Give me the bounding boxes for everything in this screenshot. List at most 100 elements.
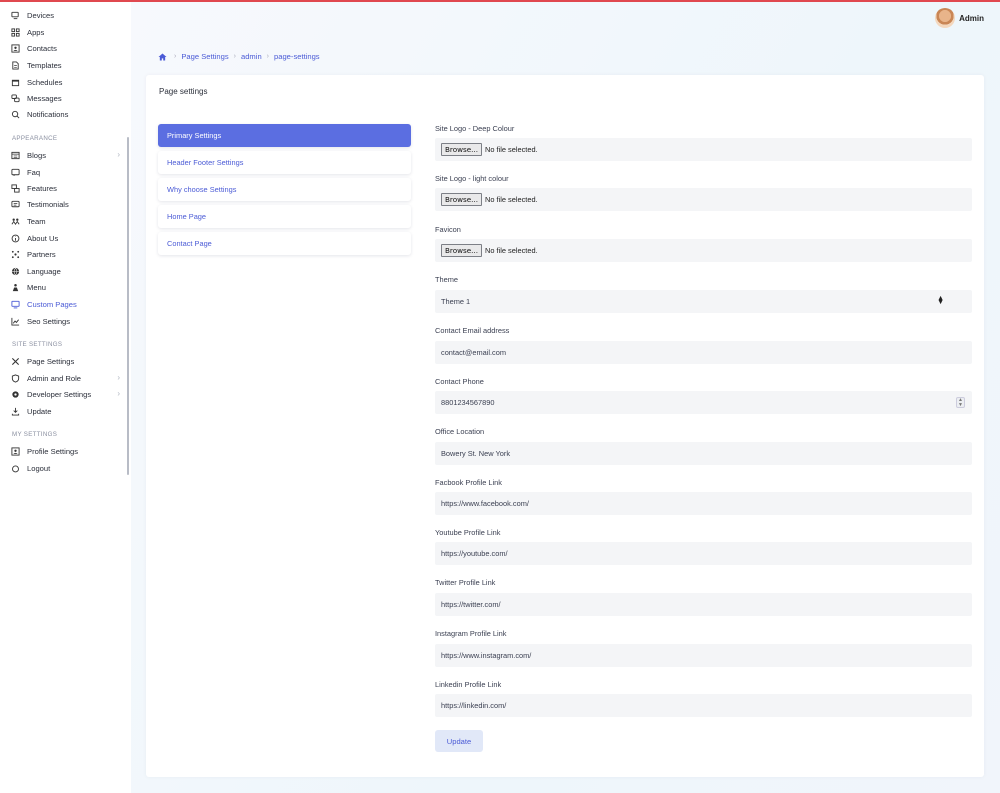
sidebar-item-apps[interactable]: Apps bbox=[10, 25, 122, 39]
instagram-label: Instagram Profile Link bbox=[435, 629, 507, 638]
sidebar-item-label: Profile Settings bbox=[27, 446, 79, 456]
sidebar-item-seo-settings[interactable]: Seo Settings bbox=[10, 314, 122, 328]
sidebar-item-testimonials[interactable]: Testimonials bbox=[10, 197, 122, 211]
tab-header-footer-settings[interactable]: Header Footer Settings bbox=[158, 151, 411, 174]
custom-pages-icon bbox=[10, 299, 20, 309]
sidebar-item-blogs[interactable]: Blogs › bbox=[10, 148, 122, 162]
faq-icon bbox=[10, 167, 20, 177]
sidebar-item-custom-pages[interactable]: Custom Pages bbox=[10, 297, 122, 311]
theme-select[interactable]: Theme 1 ▲ ▼ bbox=[435, 290, 972, 313]
chart-icon bbox=[10, 316, 20, 326]
sidebar-item-contacts[interactable]: Contacts bbox=[10, 41, 122, 55]
sidebar-item-faq[interactable]: Faq bbox=[10, 165, 122, 179]
logo-light-label: Site Logo - light colour bbox=[435, 174, 509, 183]
sidebar-item-profile-settings[interactable]: Profile Settings bbox=[10, 444, 122, 458]
sidebar-item-about-us[interactable]: About Us bbox=[10, 231, 122, 245]
sidebar-item-update[interactable]: Update bbox=[10, 404, 122, 418]
theme-label: Theme bbox=[435, 275, 459, 284]
location-field[interactable]: Bowery St. New York bbox=[435, 442, 972, 465]
sidebar-item-notifications[interactable]: Notifications bbox=[10, 107, 122, 121]
sidebar-item-label: Page Settings bbox=[27, 356, 75, 366]
sidebar-item-label: Testimonials bbox=[27, 199, 69, 209]
team-icon bbox=[10, 216, 20, 226]
tab-contact-page[interactable]: Contact Page bbox=[158, 232, 411, 255]
file-status: No file selected. bbox=[485, 246, 538, 255]
phone-field[interactable]: 8801234567890 ▲ ▼ bbox=[435, 391, 972, 414]
instagram-field[interactable]: https://www.instagram.com/ bbox=[435, 644, 972, 667]
browse-button[interactable]: Browse... bbox=[441, 143, 483, 156]
sidebar-item-admin-and-role[interactable]: Admin and Role › bbox=[10, 371, 122, 385]
tab-primary-settings[interactable]: Primary Settings bbox=[158, 124, 411, 147]
sidebar-item-label: Seo Settings bbox=[27, 316, 71, 326]
sidebar-item-label: Language bbox=[27, 266, 61, 276]
sidebar-item-team[interactable]: Team bbox=[10, 214, 122, 228]
file-status: No file selected. bbox=[485, 195, 538, 204]
logo-deep-label: Site Logo - Deep Colour bbox=[435, 124, 515, 133]
page-title: Page settings bbox=[159, 87, 208, 96]
sidebar-item-messages[interactable]: Messages bbox=[10, 91, 122, 105]
user-menu[interactable]: Admin bbox=[935, 8, 984, 28]
bell-icon bbox=[10, 109, 20, 119]
calendar-icon bbox=[10, 77, 20, 87]
globe-icon bbox=[10, 266, 20, 276]
browse-button[interactable]: Browse... bbox=[441, 193, 483, 206]
sidebar-item-label: Update bbox=[27, 406, 52, 416]
sidebar-item-page-settings[interactable]: Page Settings bbox=[10, 354, 122, 368]
logo-light-file-input[interactable]: Browse... No file selected. bbox=[435, 188, 972, 211]
youtube-field[interactable]: https://youtube.com/ bbox=[435, 542, 972, 565]
sidebar-scrollbar[interactable] bbox=[127, 137, 129, 475]
download-icon bbox=[10, 406, 20, 416]
sidebar-item-logout[interactable]: Logout bbox=[10, 461, 122, 475]
sidebar-item-label: Custom Pages bbox=[27, 299, 77, 309]
sidebar-item-partners[interactable]: Partners bbox=[10, 247, 122, 261]
contacts-icon bbox=[10, 43, 20, 53]
sidebar-item-label: Apps bbox=[27, 27, 45, 37]
sidebar-item-label: Blogs bbox=[27, 150, 46, 160]
logo-deep-file-input[interactable]: Browse... No file selected. bbox=[435, 138, 972, 161]
sidebar-item-devices[interactable]: Devices bbox=[10, 8, 122, 22]
home-icon[interactable] bbox=[158, 52, 167, 61]
breadcrumb-item[interactable]: page-settings bbox=[274, 52, 320, 61]
tools-icon bbox=[10, 356, 20, 366]
profile-icon bbox=[10, 446, 20, 456]
email-label: Contact Email address bbox=[435, 326, 510, 335]
sidebar-item-developer-settings[interactable]: Developer Settings › bbox=[10, 387, 122, 401]
phone-label: Contact Phone bbox=[435, 377, 484, 386]
info-icon bbox=[10, 233, 20, 243]
section-title-appearance: APPEARANCE bbox=[12, 135, 58, 142]
sidebar-item-menu[interactable]: Menu bbox=[10, 280, 122, 294]
breadcrumb-item[interactable]: admin bbox=[241, 52, 262, 61]
update-button[interactable]: Update bbox=[435, 730, 483, 752]
favicon-file-input[interactable]: Browse... No file selected. bbox=[435, 239, 972, 262]
facebook-field[interactable]: https://www.facebook.com/ bbox=[435, 492, 972, 515]
favicon-label: Favicon bbox=[435, 225, 461, 234]
sidebar-item-label: About Us bbox=[27, 233, 59, 243]
breadcrumb-item[interactable]: Page Settings bbox=[181, 52, 228, 61]
sidebar-item-label: Messages bbox=[27, 93, 62, 103]
tab-why-choose-settings[interactable]: Why choose Settings bbox=[158, 178, 411, 201]
email-field[interactable]: contact@email.com bbox=[435, 341, 972, 364]
sidebar-item-schedules[interactable]: Schedules bbox=[10, 75, 122, 89]
sidebar-item-label: Partners bbox=[27, 249, 56, 259]
linkedin-field[interactable]: https://linkedin.com/ bbox=[435, 694, 972, 717]
phone-value: 8801234567890 bbox=[441, 398, 495, 407]
browse-button[interactable]: Browse... bbox=[441, 244, 483, 257]
number-spinner-icon[interactable]: ▲ ▼ bbox=[956, 397, 965, 408]
partners-icon bbox=[10, 249, 20, 259]
section-title-my-settings: MY SETTINGS bbox=[12, 431, 58, 438]
sidebar-item-features[interactable]: Features bbox=[10, 181, 122, 195]
avatar[interactable] bbox=[935, 8, 956, 28]
sidebar-item-language[interactable]: Language bbox=[10, 264, 122, 278]
sidebar-item-label: Admin and Role bbox=[27, 373, 82, 383]
sidebar-item-label: Menu bbox=[27, 282, 46, 292]
sidebar-item-label: Developer Settings bbox=[27, 389, 92, 399]
twitter-field[interactable]: https://twitter.com/ bbox=[435, 593, 972, 616]
location-label: Office Location bbox=[435, 427, 485, 436]
sidebar-item-label: Templates bbox=[27, 60, 62, 70]
sidebar-item-templates[interactable]: Templates bbox=[10, 58, 122, 72]
tab-home-page[interactable]: Home Page bbox=[158, 205, 411, 228]
section-title-site-settings: SITE SETTINGS bbox=[12, 341, 63, 348]
features-icon bbox=[10, 183, 20, 193]
sidebar-item-label: Faq bbox=[27, 167, 41, 177]
breadcrumb-separator: › bbox=[233, 53, 236, 60]
